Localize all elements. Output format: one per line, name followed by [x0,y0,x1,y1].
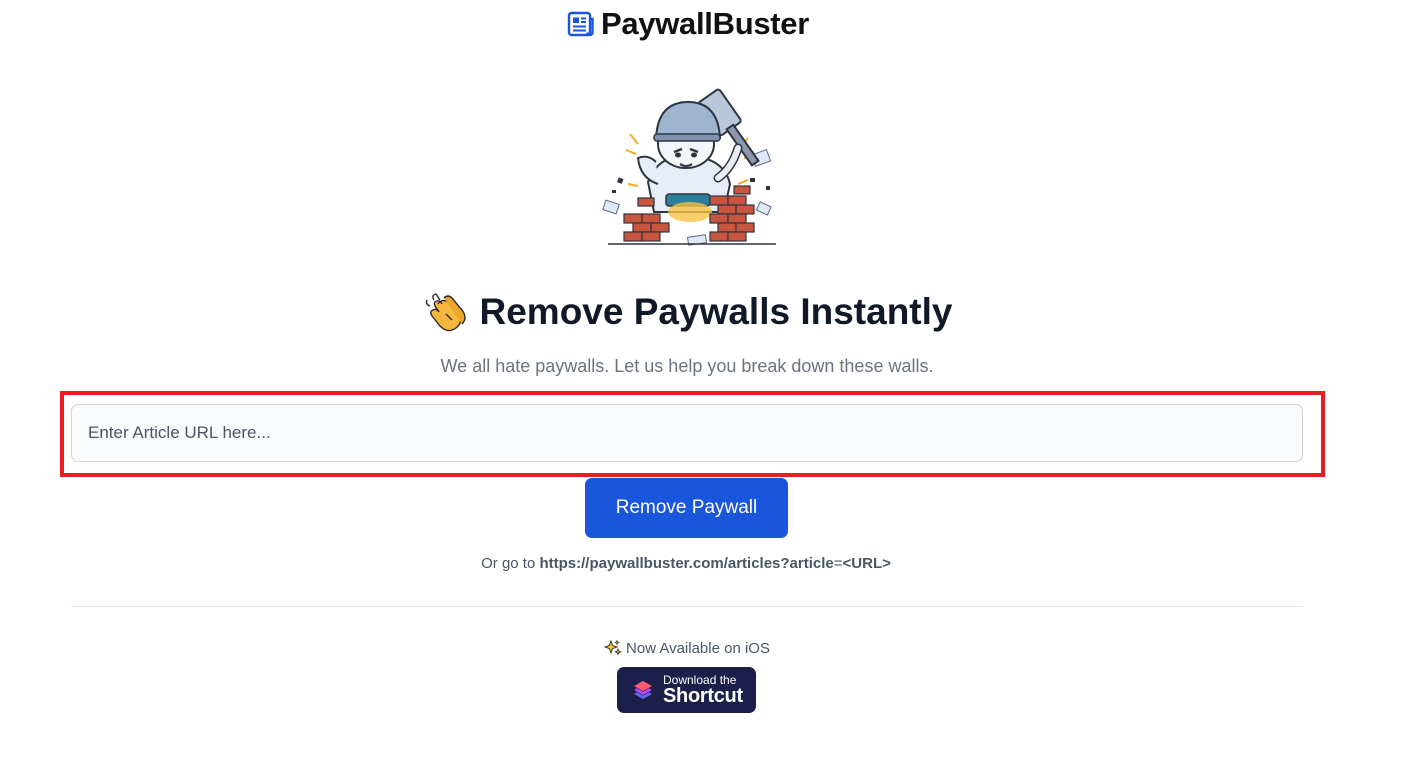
alt-link-param: <URL> [842,555,891,572]
section-divider [71,606,1303,607]
brand-header[interactable]: PaywallBuster [0,6,1376,42]
alt-link-equals: = [833,555,843,572]
shortcut-badge-text: Download the Shortcut [663,674,743,706]
alt-link-url: https://paywallbuster.com/articles?artic… [539,555,834,572]
sparkles-icon [604,639,622,656]
shortcuts-app-icon [634,681,652,699]
article-url-input[interactable] [71,404,1303,462]
clapping-hands-icon [425,293,466,332]
hero-headline: Remove Paywalls Instantly [0,290,1376,334]
alternate-url-hint: Or go to https://paywallbuster.com/artic… [0,555,1372,572]
hero-subtitle: We all hate paywalls. Let us help you br… [440,356,934,376]
alt-link-prefix: Or go to [481,555,536,572]
newspaper-icon [567,11,594,37]
shortcut-badge-big: Shortcut [663,685,743,707]
page: PaywallBuster Remove Paywalls Instantly … [0,0,1424,777]
ios-label: Now Available on iOS [626,639,770,657]
ios-availability: Now Available on iOS [0,639,1374,657]
remove-paywall-button[interactable]: Remove Paywall [585,478,788,538]
download-shortcut-badge[interactable]: Download the Shortcut [617,667,756,713]
brand-name: PaywallBuster [600,6,810,41]
hero-title: Remove Paywalls Instantly [479,291,953,332]
hammer-worker-brick-wall-illustration [602,88,776,246]
